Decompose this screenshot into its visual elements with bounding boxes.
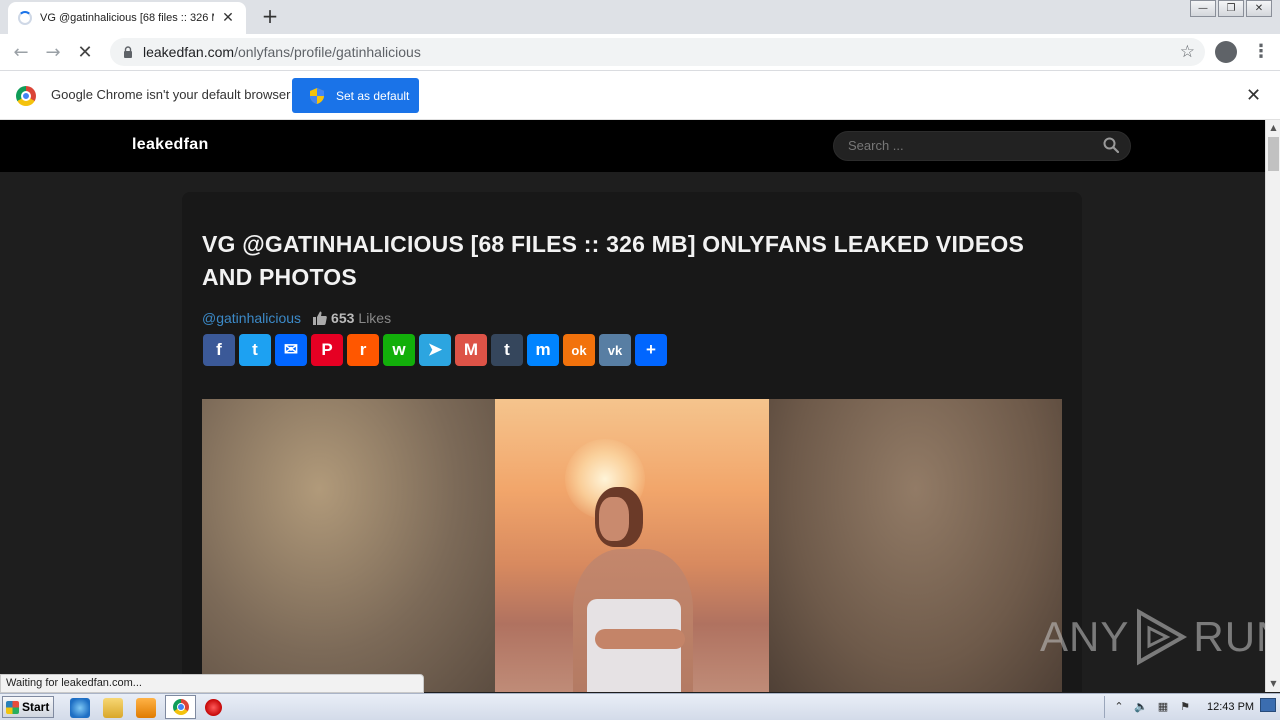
loading-status: Waiting for leakedfan.com... (0, 674, 424, 693)
scroll-down-arrow-icon[interactable]: ▼ (1266, 676, 1280, 692)
site-header: leakedfan Search ... (0, 120, 1265, 172)
forward-button[interactable]: → (40, 40, 66, 66)
windows-logo-icon (6, 700, 19, 714)
set-as-default-button[interactable]: Set as default (292, 78, 419, 113)
browser-tab-active[interactable]: VG @gatinhalicious [68 files :: 326 M ✕ (8, 2, 246, 34)
post-meta: @gatinhalicious 653 Likes (202, 310, 391, 326)
search-icon[interactable] (1103, 137, 1119, 153)
taskbar-chrome-button[interactable] (165, 695, 196, 719)
close-window-button[interactable]: ✕ (1246, 0, 1272, 17)
default-browser-infobar: Google Chrome isn't your default browser… (0, 71, 1280, 120)
browser-toolbar: ← → ✕ leakedfan.com/onlyfans/profile/gat… (0, 34, 1280, 71)
share-share-button[interactable]: + (635, 334, 667, 366)
start-label: Start (22, 700, 50, 714)
post-title: VG @GATINHALICIOUS [68 FILES :: 326 MB] … (202, 231, 1025, 290)
uac-shield-icon (310, 87, 324, 104)
watermark-left: ANY (1040, 613, 1130, 660)
tab-close-icon[interactable]: ✕ (220, 10, 236, 26)
bookmark-star-icon[interactable]: ☆ (1180, 42, 1195, 62)
network-icon[interactable]: ▦ (1155, 700, 1171, 714)
restore-button[interactable]: ❐ (1218, 0, 1244, 17)
twitter-share-button[interactable]: t (239, 334, 271, 366)
facebook-share-button[interactable]: f (203, 334, 235, 366)
windows-taskbar: Start ⌃ 🔈 ▦ ⚑ 12:43 PM (0, 693, 1280, 720)
photo-person-face (599, 497, 629, 541)
telegram-share-button[interactable]: ➤ (419, 334, 451, 366)
loading-spinner-icon (18, 11, 32, 25)
back-button[interactable]: ← (8, 40, 34, 66)
start-button[interactable]: Start (2, 696, 54, 718)
file-explorer-icon[interactable] (103, 698, 123, 718)
vk-share-button[interactable]: vk (599, 334, 631, 366)
likes-count: 653 (331, 310, 355, 326)
tumblr-share-button[interactable]: t (491, 334, 523, 366)
photo-blur-right (769, 399, 1062, 692)
tab-title: VG @gatinhalicious [68 files :: 326 M (40, 12, 214, 24)
anyrun-watermark: ANY RUN (1040, 608, 1280, 666)
odnoklassniki-share-button[interactable]: ok (563, 334, 595, 366)
tab-strip: VG @gatinhalicious [68 files :: 326 M ✕ … (0, 0, 1280, 34)
window-controls: — ❐ ✕ (1188, 0, 1272, 17)
scroll-up-arrow-icon[interactable]: ▲ (1266, 120, 1280, 136)
likes-label: Likes (358, 310, 392, 326)
show-desktop-button[interactable] (1260, 698, 1276, 712)
gmail-share-button[interactable]: M (455, 334, 487, 366)
minimize-button[interactable]: — (1190, 0, 1216, 17)
url-host: leakedfan.com (143, 44, 235, 60)
opera-icon[interactable] (205, 699, 222, 716)
url-path: /onlyfans/profile/gatinhalicious (234, 44, 421, 60)
play-logo-icon (1137, 608, 1188, 666)
taskbar-clock[interactable]: 12:43 PM (1207, 701, 1254, 713)
profile-username-link[interactable]: @gatinhalicious (202, 310, 301, 326)
profile-photo[interactable] (202, 399, 1062, 692)
volume-icon[interactable]: 🔈 (1133, 700, 1149, 714)
photo-blur-left (202, 399, 495, 692)
address-bar[interactable]: leakedfan.com/onlyfans/profile/gatinhali… (110, 38, 1205, 66)
whatsapp-share-button[interactable]: w (383, 334, 415, 366)
tray-expand-icon[interactable]: ⌃ (1111, 700, 1127, 714)
scrollbar-thumb[interactable] (1268, 137, 1279, 171)
stop-loading-button[interactable]: ✕ (72, 40, 98, 66)
chrome-logo-icon (16, 86, 36, 106)
photo-main (495, 399, 769, 692)
reddit-share-button[interactable]: r (347, 334, 379, 366)
infobar-close-icon[interactable]: ✕ (1246, 85, 1261, 106)
chrome-icon (173, 699, 189, 715)
lock-icon[interactable] (122, 46, 134, 58)
photo-person-arm (595, 629, 685, 649)
infobar-message: Google Chrome isn't your default browser (51, 87, 291, 102)
thumbs-up-icon[interactable] (313, 311, 327, 325)
profile-avatar-icon[interactable] (1215, 41, 1237, 63)
action-center-flag-icon[interactable]: ⚑ (1177, 700, 1193, 714)
share-buttons: f t ✉ Pr w ➤ Mt m ok vk + (203, 334, 671, 366)
web-page: leakedfan Search ... VG @GATINHALICIOUS … (0, 120, 1265, 692)
email-share-button[interactable]: ✉ (275, 334, 307, 366)
internet-explorer-icon[interactable] (70, 698, 90, 718)
set-as-default-label: Set as default (336, 88, 410, 103)
site-logo[interactable]: leakedfan (132, 136, 209, 154)
site-search-input[interactable]: Search ... (833, 131, 1131, 161)
browser-menu-icon[interactable]: ⋮ (1252, 40, 1270, 64)
messenger-share-button[interactable]: m (527, 334, 559, 366)
new-tab-button[interactable]: + (258, 4, 282, 28)
post-card: VG @GATINHALICIOUS [68 FILES :: 326 MB] … (182, 192, 1082, 692)
media-player-icon[interactable] (136, 698, 156, 718)
pinterest-share-button[interactable]: P (311, 334, 343, 366)
page-scrollbar[interactable]: ▲ ▼ (1265, 120, 1280, 692)
system-tray: ⌃ 🔈 ▦ ⚑ 12:43 PM (1104, 696, 1280, 718)
